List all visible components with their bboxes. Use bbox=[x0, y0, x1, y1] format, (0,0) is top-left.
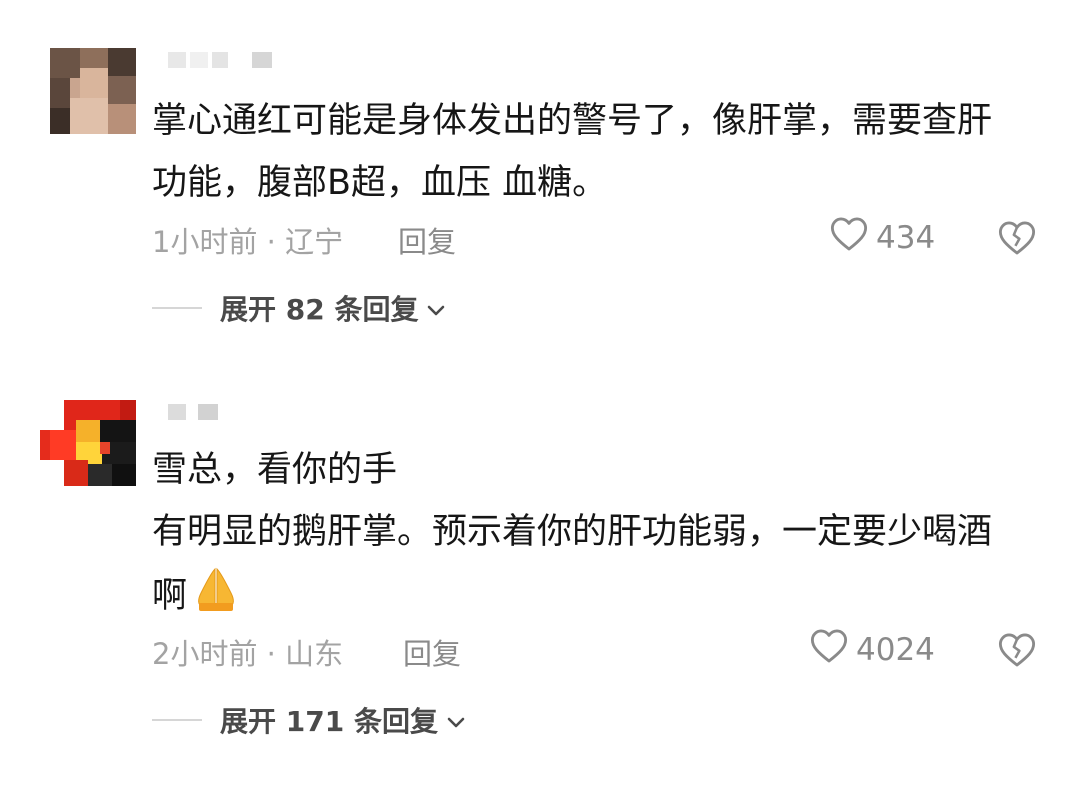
like-button[interactable]: 434 bbox=[830, 216, 935, 260]
expand-replies-label: 展开 82 条回复 bbox=[220, 293, 419, 326]
expand-replies-button[interactable]: 展开 171 条回复 bbox=[152, 700, 466, 740]
avatar[interactable] bbox=[50, 48, 136, 134]
comment-text-line: 有明显的鹅肝掌。预示着你的肝功能弱，一定要少喝酒 bbox=[152, 512, 993, 552]
like-button[interactable]: 4024 bbox=[810, 628, 935, 672]
comment-text-line: 啊 bbox=[152, 576, 188, 616]
chevron-down-icon bbox=[438, 704, 466, 737]
dislike-button[interactable] bbox=[998, 632, 1036, 672]
comment-text: 雪总，看你的手 有明显的鹅肝掌。预示着你的肝功能弱，一定要少喝酒 啊 bbox=[152, 439, 1052, 631]
broken-heart-icon bbox=[998, 633, 1036, 672]
comment-text: 掌心通红可能是身体发出的警号了，像肝掌，需要查肝 功能，腹部B超，血压 血糖。 bbox=[152, 90, 1052, 214]
broken-heart-icon bbox=[998, 221, 1036, 260]
divider bbox=[152, 307, 202, 309]
chevron-down-icon bbox=[418, 292, 446, 325]
reply-button[interactable]: 回复 bbox=[403, 631, 461, 673]
divider bbox=[152, 719, 202, 721]
time-location: 2小时前 · 山东 bbox=[152, 637, 344, 671]
avatar[interactable] bbox=[40, 400, 136, 486]
comment-text-line: 雪总，看你的手 bbox=[152, 450, 398, 490]
username[interactable] bbox=[168, 52, 288, 68]
heart-outline-icon bbox=[810, 628, 856, 672]
time-location: 1小时前 · 辽宁 bbox=[152, 225, 344, 259]
comment-text-line: 功能，腹部B超，血压 血糖。 bbox=[152, 163, 608, 203]
heart-outline-icon bbox=[830, 216, 876, 260]
expand-replies-label: 展开 171 条回复 bbox=[220, 705, 438, 738]
like-count: 4024 bbox=[856, 632, 935, 668]
comment-text-line-with-emoji: 啊 bbox=[152, 563, 1052, 631]
like-count: 434 bbox=[876, 220, 936, 256]
comment-text-line: 掌心通红可能是身体发出的警号了，像肝掌，需要查肝 bbox=[152, 101, 993, 141]
username[interactable] bbox=[168, 404, 228, 420]
folded-hands-emoji bbox=[191, 563, 241, 631]
reply-button[interactable]: 回复 bbox=[398, 219, 456, 261]
expand-replies-button[interactable]: 展开 82 条回复 bbox=[152, 288, 446, 328]
dislike-button[interactable] bbox=[998, 220, 1036, 260]
